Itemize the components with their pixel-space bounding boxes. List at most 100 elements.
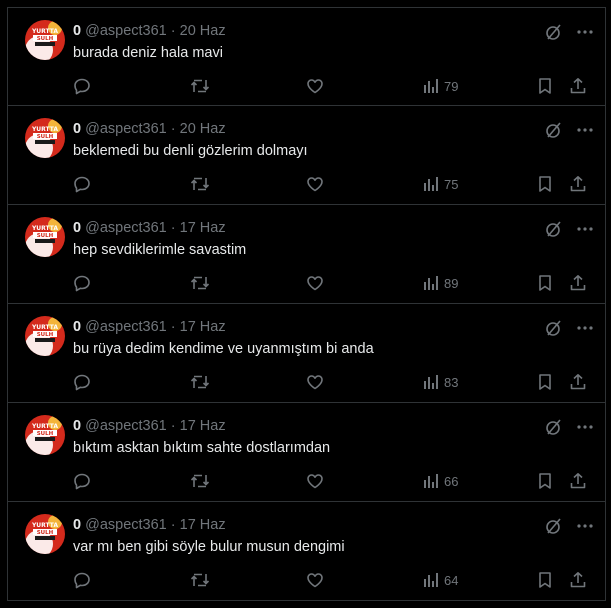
author-name[interactable]: 0 [73, 121, 81, 137]
like-icon[interactable] [306, 570, 324, 590]
share-icon[interactable] [569, 273, 587, 293]
avatar[interactable]: YURTTA SULH [25, 316, 65, 356]
tweet-date[interactable]: · 20 Haz [171, 121, 226, 137]
reply-icon[interactable] [73, 76, 91, 96]
tweet[interactable]: YURTTA SULH 0 @aspect361 · 17 Haz bu rüy… [8, 304, 605, 403]
repost-icon[interactable] [190, 570, 210, 590]
author-name[interactable]: 0 [73, 23, 81, 39]
author-name[interactable]: 0 [73, 418, 81, 434]
tweet-date[interactable]: · 17 Haz [171, 418, 226, 434]
grok-icon[interactable] [545, 23, 563, 41]
tweet-text: var mı ben gibi söyle bulur musun dengim… [73, 539, 345, 555]
svg-text:YURTTA: YURTTA [31, 28, 58, 35]
repost-icon[interactable] [190, 174, 210, 194]
svg-text:YURTTA: YURTTA [31, 324, 58, 331]
repost-icon[interactable] [190, 76, 210, 96]
tweet[interactable]: YURTTA SULH 0 @aspect361 · 17 Haz hep se… [8, 205, 605, 304]
tweet-top-actions [545, 417, 593, 437]
views-count: 83 [444, 374, 459, 390]
share-icon[interactable] [569, 471, 587, 491]
author-handle[interactable]: @aspect361 [85, 121, 167, 137]
share-icon[interactable] [569, 76, 587, 96]
avatar[interactable]: YURTTA SULH [25, 20, 65, 60]
svg-text:SULH: SULH [37, 134, 54, 140]
reply-icon[interactable] [73, 471, 91, 491]
reply-icon[interactable] [73, 273, 91, 293]
tweet[interactable]: YURTTA SULH 0 @aspect361 · 17 Haz bıktım… [8, 403, 605, 502]
tweet-date[interactable]: · 17 Haz [171, 517, 226, 533]
grok-icon[interactable] [545, 121, 563, 139]
views-count: 75 [444, 176, 459, 192]
repost-icon[interactable] [190, 471, 210, 491]
bookmark-icon[interactable] [537, 372, 553, 392]
tweet-header: 0 @aspect361 · 17 Haz [73, 417, 226, 435]
author-handle[interactable]: @aspect361 [85, 517, 167, 533]
tweet[interactable]: YURTTA SULH 0 @aspect361 · 20 Haz burada… [8, 7, 605, 106]
reply-icon[interactable] [73, 570, 91, 590]
share-icon[interactable] [569, 174, 587, 194]
views-button[interactable]: 66 [423, 471, 458, 491]
avatar[interactable]: YURTTA SULH [25, 415, 65, 455]
avatar[interactable]: YURTTA SULH [25, 217, 65, 257]
views-button[interactable]: 64 [423, 570, 458, 590]
grok-icon[interactable] [545, 220, 563, 238]
more-icon[interactable] [577, 425, 593, 429]
svg-text:SULH: SULH [37, 36, 54, 42]
repost-icon[interactable] [190, 372, 210, 392]
author-handle[interactable]: @aspect361 [85, 23, 167, 39]
author-handle[interactable]: @aspect361 [85, 319, 167, 335]
reply-icon[interactable] [73, 372, 91, 392]
tweet-top-actions [545, 516, 593, 536]
bookmark-icon[interactable] [537, 471, 553, 491]
bookmark-icon[interactable] [537, 570, 553, 590]
views-button[interactable]: 83 [423, 372, 458, 392]
tweet-feed: YURTTA SULH 0 @aspect361 · 20 Haz burada… [7, 7, 606, 601]
more-icon[interactable] [577, 524, 593, 528]
author-name[interactable]: 0 [73, 220, 81, 236]
like-icon[interactable] [306, 471, 324, 491]
tweet-date[interactable]: · 20 Haz [171, 23, 226, 39]
avatar[interactable]: YURTTA SULH [25, 514, 65, 554]
author-name[interactable]: 0 [73, 517, 81, 533]
share-icon[interactable] [569, 570, 587, 590]
more-icon[interactable] [577, 128, 593, 132]
views-count: 79 [444, 78, 459, 94]
tweet[interactable]: YURTTA SULH 0 @aspect361 · 20 Haz beklem… [8, 106, 605, 205]
views-button[interactable]: 89 [423, 273, 458, 293]
views-count: 66 [444, 473, 459, 489]
grok-icon[interactable] [545, 517, 563, 535]
author-handle[interactable]: @aspect361 [85, 220, 167, 236]
share-icon[interactable] [569, 372, 587, 392]
tweet-date[interactable]: · 17 Haz [171, 220, 226, 236]
reply-icon[interactable] [73, 174, 91, 194]
tweet-date[interactable]: · 17 Haz [171, 319, 226, 335]
author-name[interactable]: 0 [73, 319, 81, 335]
views-icon [423, 473, 439, 489]
views-count: 64 [444, 572, 459, 588]
more-icon[interactable] [577, 326, 593, 330]
tweet[interactable]: YURTTA SULH 0 @aspect361 · 17 Haz var mı… [8, 502, 605, 601]
more-icon[interactable] [577, 30, 593, 34]
views-button[interactable]: 79 [423, 76, 458, 96]
tweet-text: bu rüya dedim kendime ve uyanmıştım bi a… [73, 341, 374, 357]
like-icon[interactable] [306, 174, 324, 194]
avatar[interactable]: YURTTA SULH [25, 118, 65, 158]
bookmark-icon[interactable] [537, 174, 553, 194]
svg-text:YURTTA: YURTTA [31, 522, 58, 529]
grok-icon[interactable] [545, 319, 563, 337]
svg-text:YURTTA: YURTTA [31, 423, 58, 430]
author-handle[interactable]: @aspect361 [85, 418, 167, 434]
tweet-actions: 75 [73, 174, 593, 194]
views-button[interactable]: 75 [423, 174, 458, 194]
like-icon[interactable] [306, 372, 324, 392]
like-icon[interactable] [306, 76, 324, 96]
bookmark-icon[interactable] [537, 273, 553, 293]
more-icon[interactable] [577, 227, 593, 231]
bookmark-icon[interactable] [537, 76, 553, 96]
grok-icon[interactable] [545, 418, 563, 436]
repost-icon[interactable] [190, 273, 210, 293]
views-icon [423, 275, 439, 291]
like-icon[interactable] [306, 273, 324, 293]
views-count: 89 [444, 275, 459, 291]
svg-text:SULH: SULH [37, 431, 54, 437]
